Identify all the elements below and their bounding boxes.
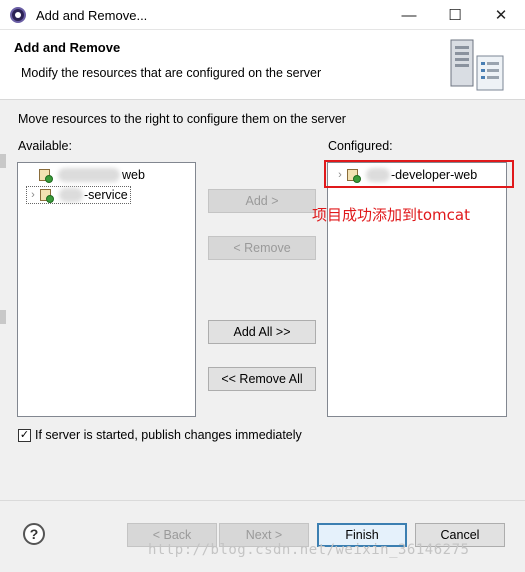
publish-checkbox[interactable]: ✓ [18, 429, 31, 442]
wizard-description: Modify the resources that are configured… [21, 66, 322, 80]
footer-separator [0, 500, 525, 501]
configured-label: Configured: [328, 139, 393, 153]
remove-all-button[interactable]: << Remove All [208, 367, 316, 391]
available-list[interactable]: web › -service [17, 162, 196, 417]
redacted-text [59, 188, 83, 202]
maximize-button[interactable]: ☐ [432, 0, 478, 30]
background-edge [0, 154, 6, 168]
chevron-right-icon[interactable]: › [27, 189, 39, 201]
configured-list[interactable]: › -developer-web [327, 162, 507, 417]
annotation-text: 项目成功添加到tomcat [312, 206, 470, 224]
available-item-web[interactable]: web [26, 166, 145, 184]
wizard-banner: Add and Remove Modify the resources that… [0, 30, 525, 100]
add-button[interactable]: Add > [208, 189, 316, 213]
available-item-label: -service [84, 188, 128, 202]
title-bar: Add and Remove... — ☐ ✕ [0, 0, 525, 30]
eclipse-icon [10, 7, 26, 23]
instructions-text: Move resources to the right to configure… [18, 112, 346, 126]
wizard-title: Add and Remove [14, 40, 121, 55]
watermark: http://blog.csdn.net/weixin_36146275 [148, 542, 470, 558]
available-item-label: web [122, 168, 145, 182]
available-label: Available: [18, 139, 72, 153]
publish-checkbox-label[interactable]: If server is started, publish changes im… [35, 428, 302, 442]
available-item-service[interactable]: › -service [26, 186, 131, 204]
web-project-icon [38, 167, 54, 183]
redacted-text [58, 168, 120, 182]
help-icon[interactable]: ? [23, 523, 45, 545]
server-wizard-icon [450, 39, 504, 91]
close-button[interactable]: ✕ [478, 0, 524, 30]
add-all-button[interactable]: Add All >> [208, 320, 316, 344]
web-project-icon [39, 187, 55, 203]
minimize-button[interactable]: — [386, 0, 432, 30]
window-title: Add and Remove... [36, 8, 148, 23]
remove-button[interactable]: < Remove [208, 236, 316, 260]
highlight-box [324, 160, 514, 188]
background-edge [0, 310, 6, 324]
